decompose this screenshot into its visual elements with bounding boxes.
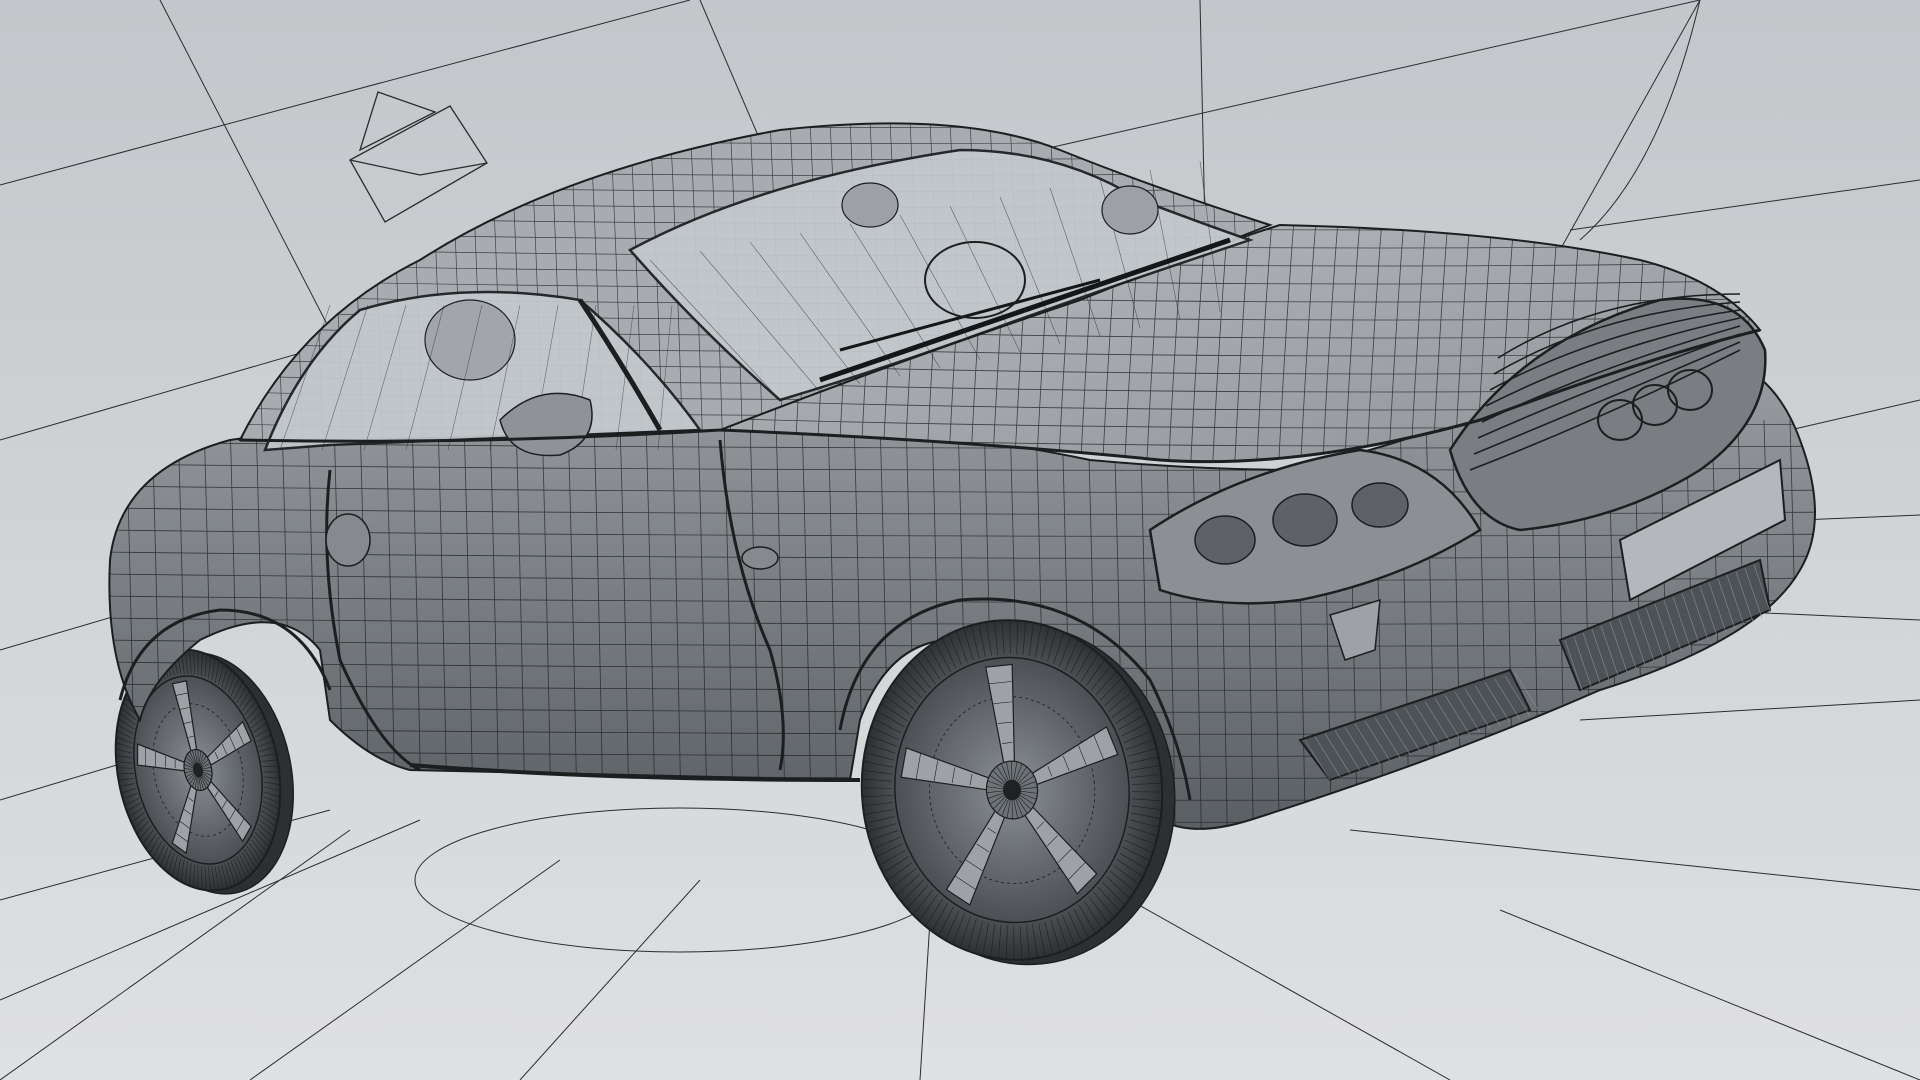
wireframe-viewport [0,0,1920,1080]
wireframe-render-canvas [0,0,1920,1080]
